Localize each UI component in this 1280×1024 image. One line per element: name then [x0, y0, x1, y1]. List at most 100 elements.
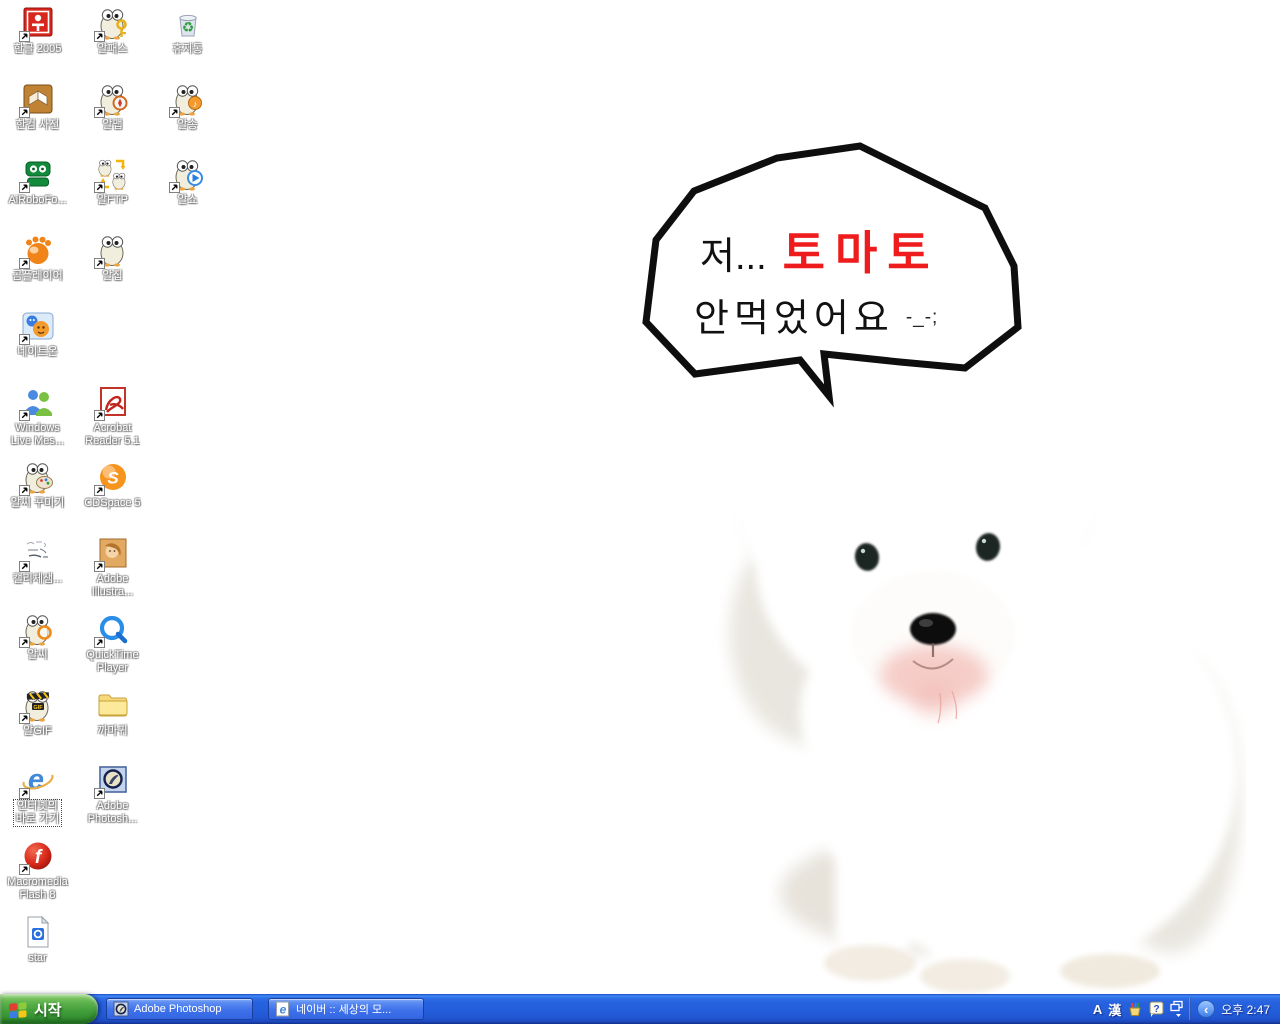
- bubble-text-line1: 저...토마토: [700, 217, 940, 283]
- ime-pad-icon[interactable]: [1127, 1001, 1143, 1017]
- desktop-icon-alzip[interactable]: 알집: [75, 233, 150, 283]
- icon-label-selected: 인터넷의 바로 가기: [14, 800, 62, 826]
- svg-text:e: e: [280, 1003, 287, 1017]
- windows-xp-desktop: 한글 2005 알패스 ♻ 휴지통 한컴 사전: [0, 0, 1280, 1024]
- desktop-icon-alsee-decorate[interactable]: 알씨 꾸미기: [0, 460, 75, 510]
- desktop-icon-airoboform[interactable]: AiRoboFo...: [0, 157, 75, 207]
- cdspace-icon: S: [96, 460, 130, 494]
- desktop-icon-alsong[interactable]: ♪ 알송: [150, 82, 225, 132]
- desktop-icon-hangul-2005[interactable]: 한글 2005: [0, 6, 75, 56]
- hangul-2005-icon: [21, 6, 55, 40]
- desktop-icon-quicktime[interactable]: QuickTime Player: [75, 612, 150, 675]
- icon-label: Macromedia Flash 8: [5, 876, 70, 902]
- desktop-icon-almap[interactable]: 알맵: [75, 82, 150, 132]
- icon-label: 휴지통: [170, 43, 204, 56]
- icon-label: Acrobat Reader 5.1: [83, 422, 141, 448]
- alzip-icon: [96, 233, 130, 267]
- icon-label: AiRoboFo...: [6, 194, 68, 207]
- icon-label: Windows Live Mes...: [9, 422, 66, 448]
- icon-label: QuickTime Player: [84, 649, 140, 675]
- internet-explorer-task-icon: e: [275, 1001, 291, 1017]
- icon-label: 한컴 사전: [14, 119, 62, 132]
- shortcut-arrow-icon: [19, 561, 30, 572]
- language-bar-restore-icon[interactable]: [1170, 1000, 1183, 1018]
- shortcut-arrow-icon: [94, 182, 105, 193]
- ime-hanja-indicator[interactable]: 漢: [1108, 1000, 1121, 1019]
- alsee-decorate-icon: [21, 460, 55, 494]
- icon-label: 알맵: [100, 119, 124, 132]
- desktop-icon-star-file[interactable]: star: [0, 915, 75, 965]
- icon-label: 알쇼: [175, 194, 199, 207]
- ime-language-indicator[interactable]: A: [1093, 1002, 1102, 1017]
- svg-text:e: e: [27, 764, 43, 796]
- icon-label: Adobe Photosh...: [86, 800, 140, 826]
- desktop: 한글 2005 알패스 ♻ 휴지통 한컴 사전: [0, 0, 1280, 994]
- desktop-icon-callichesam[interactable]: 캘리체샘...: [0, 536, 75, 586]
- icon-label: 한글 2005: [12, 43, 64, 56]
- desktop-icon-recycle-bin[interactable]: ♻ 휴지통: [150, 6, 225, 56]
- desktop-icon-cdspace[interactable]: S CDSpace 5: [75, 460, 150, 510]
- icon-label: 알패스: [95, 43, 129, 56]
- desktop-icon-internet-shortcut[interactable]: e 인터넷의 바로 가기: [0, 763, 75, 826]
- desktop-icon-windows-live-messenger[interactable]: Windows Live Mes...: [0, 385, 75, 448]
- desktop-icon-adobe-photoshop[interactable]: Adobe Photosh...: [75, 763, 150, 826]
- tray-divider: [1189, 998, 1191, 1020]
- icon-label: Adobe Illustra...: [90, 573, 136, 599]
- desktop-icon-algif[interactable]: GIF 알GIF: [0, 688, 75, 738]
- desktop-icon-alshow[interactable]: 알쇼: [150, 157, 225, 207]
- shortcut-arrow-icon: [19, 485, 30, 496]
- algif-icon: GIF: [21, 688, 55, 722]
- windows-live-messenger-icon: [21, 385, 55, 419]
- icon-label: 알집: [100, 270, 124, 283]
- desktop-icon-nateon[interactable]: 네이트온: [0, 309, 75, 359]
- icon-label: CDSpace 5: [82, 497, 142, 510]
- alftp-icon: [96, 157, 130, 191]
- acrobat-reader-icon: [96, 385, 130, 419]
- windows-logo-icon: [8, 1000, 28, 1018]
- desktop-icon-alsee[interactable]: 알씨: [0, 612, 75, 662]
- taskbar-task-naver[interactable]: e 네이버 :: 세상의 모...: [268, 998, 424, 1020]
- nateon-icon: [21, 309, 55, 343]
- start-button[interactable]: 시작: [0, 994, 98, 1024]
- svg-text:S: S: [107, 469, 119, 488]
- hancom-dict-icon: [21, 82, 55, 116]
- chevron-left-icon: ‹: [1204, 1003, 1208, 1016]
- taskbar-task-photoshop[interactable]: Adobe Photoshop: [106, 998, 253, 1020]
- desktop-icon-alftp[interactable]: 알FTP: [75, 157, 150, 207]
- folder-icon: [96, 688, 130, 722]
- shortcut-arrow-icon: [94, 107, 105, 118]
- svg-text:?: ?: [1154, 1004, 1160, 1015]
- shortcut-arrow-icon: [94, 561, 105, 572]
- shortcut-arrow-icon: [19, 410, 30, 421]
- svg-text:GIF: GIF: [33, 705, 43, 711]
- svg-text:♪: ♪: [192, 99, 197, 109]
- clock: 오후 2:47: [1221, 1001, 1270, 1018]
- alshow-icon: [171, 157, 205, 191]
- shortcut-arrow-icon: [19, 637, 30, 648]
- adobe-illustrator-icon: [96, 536, 130, 570]
- desktop-icon-macromedia-flash8[interactable]: f Macromedia Flash 8: [0, 839, 75, 902]
- icon-label: 알GIF: [21, 725, 53, 738]
- icon-label: 까마귀: [95, 725, 129, 738]
- desktop-icon-adobe-illustrator[interactable]: Adobe Illustra...: [75, 536, 150, 599]
- shortcut-arrow-icon: [94, 410, 105, 421]
- bubble-text-black: 저...: [700, 236, 767, 278]
- alsee-icon: [21, 612, 55, 646]
- desktop-icon-kkamagwi-folder[interactable]: 까마귀: [75, 688, 150, 738]
- desktop-icon-hancom-dict[interactable]: 한컴 사전: [0, 82, 75, 132]
- shortcut-arrow-icon: [19, 864, 30, 875]
- icon-label: 네이트온: [15, 346, 59, 359]
- icon-label: 캘리체샘...: [11, 573, 65, 586]
- desktop-icon-gom-player[interactable]: 곰플레이어: [0, 233, 75, 283]
- desktop-icon-acrobat-reader[interactable]: Acrobat Reader 5.1: [75, 385, 150, 448]
- show-hidden-icons-button[interactable]: ‹: [1197, 1000, 1215, 1018]
- shortcut-arrow-icon: [19, 31, 30, 42]
- icon-label: 알씨: [25, 649, 49, 662]
- desktop-icon-alpass[interactable]: 알패스: [75, 6, 150, 56]
- taskbar: 시작 Adobe Photoshop e 네이버 :: 세상의 모... A 漢: [0, 994, 1280, 1024]
- alpass-icon: [96, 6, 130, 40]
- ime-help-icon[interactable]: ?: [1149, 1001, 1164, 1017]
- icon-label: 알송: [175, 119, 199, 132]
- gom-player-icon: [21, 233, 55, 267]
- flash8-icon: f: [21, 839, 55, 873]
